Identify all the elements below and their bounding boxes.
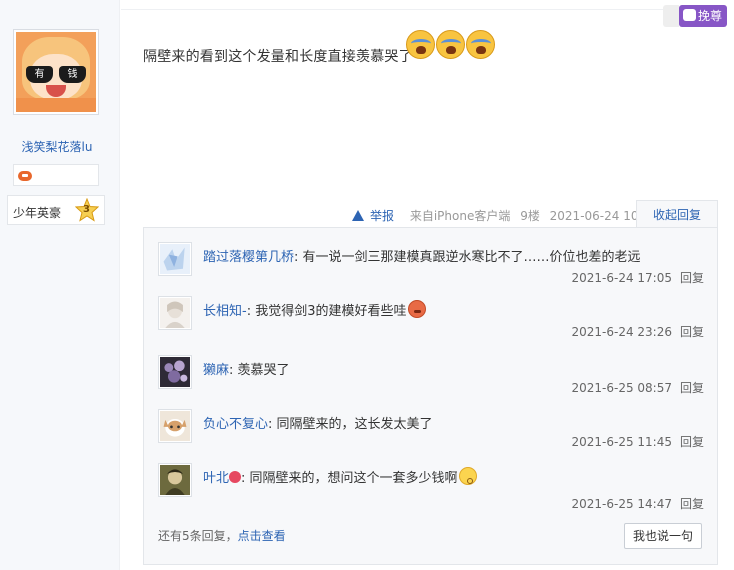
reply-avatar-image (160, 244, 190, 274)
avatar-glasses: 有钱 (26, 60, 86, 83)
reply-username[interactable]: 獭麻 (203, 363, 229, 378)
reply-time: 2021-6-24 23:26 (571, 325, 672, 339)
reply-username[interactable]: 踏过落樱第几桥 (203, 250, 294, 265)
reply-button[interactable]: 回复 (680, 271, 704, 285)
reply-avatar-image (160, 465, 190, 495)
level-title: 少年英豪 (13, 206, 62, 220)
fold-replies-tab[interactable]: 收起回复 (636, 200, 718, 228)
post-tail: 举报 来自iPhone客户端 9楼 2021-06-24 10:47 (352, 207, 664, 224)
author-avatar[interactable]: 有钱 (13, 29, 99, 115)
reply-meta: 2021-6-25 08:57 回复 (571, 379, 704, 396)
reply-meta: 2021-6-25 14:47 回复 (571, 495, 704, 512)
author-badge-box (13, 164, 99, 186)
reply-avatar[interactable] (158, 355, 192, 389)
post-divider (121, 9, 681, 10)
author-level-box[interactable]: 少年英豪 3 (7, 195, 105, 225)
list-item: 踏过落樱第几桥: 有一说一剑三那建模真跟逆水寒比不了……价位也差的老远 2021… (158, 242, 708, 285)
view-more-link[interactable]: 点击查看 (238, 529, 286, 543)
reply-content: 同隔壁来的，想问这个一套多少钱啊 (249, 471, 458, 486)
reply-button[interactable]: 回复 (680, 435, 704, 449)
report-label: 举报 (370, 209, 395, 223)
reply-separator: : (294, 250, 303, 265)
client-source: 来自iPhone客户端 (409, 209, 511, 223)
reply-avatar[interactable] (158, 242, 192, 276)
level-number: 3 (83, 204, 90, 215)
tag-label: 挽尊 (698, 9, 723, 23)
reply-content: 羡慕哭了 (237, 363, 290, 378)
avatar-collar (16, 98, 96, 112)
reply-text: 长相知-: 我觉得剑3的建模好看些哇 (203, 300, 426, 319)
list-item: 獭麻: 羡慕哭了 2021-6-25 08:57 回复 (158, 355, 708, 395)
crying-emoji-icon (465, 30, 495, 59)
reply-button[interactable]: 回复 (680, 497, 704, 511)
reply-text: 叶北: 同隔壁来的，想问这个一套多少钱啊 (203, 467, 477, 486)
report-link[interactable]: 举报 (352, 209, 400, 223)
reply-username[interactable]: 长相知- (203, 304, 247, 319)
reply-username[interactable]: 叶北 (203, 471, 242, 486)
crying-emoji-icon (406, 30, 435, 59)
post-tag[interactable]: 挽尊 (679, 5, 727, 27)
reply-content: 有一说一剑三那建模真跟逆水寒比不了……价位也差的老远 (302, 250, 641, 265)
avatar-glasses-right: 钱 (59, 66, 86, 83)
list-item: 叶北: 同隔壁来的，想问这个一套多少钱啊 2021-6-25 14:47 回复 (158, 463, 708, 511)
reply-time: 2021-6-25 08:57 (571, 381, 672, 395)
warning-icon (352, 210, 364, 221)
say-something-button[interactable]: 我也说一句 (624, 523, 702, 549)
reply-separator: : (241, 471, 250, 486)
reply-separator: : (246, 304, 256, 319)
list-item: 负心不复心: 同隔壁来的，这长发太美了 2021-6-25 11:45 回复 (158, 409, 708, 449)
reply-meta: 2021-6-25 11:45 回复 (571, 433, 704, 450)
reply-meta: 2021-6-24 23:26 回复 (571, 323, 704, 340)
reply-avatar-image (160, 411, 190, 441)
reply-avatar-image (160, 298, 190, 328)
post-content: 隔壁来的看到这个发量和长度直接羡慕哭了 (143, 49, 413, 65)
tag-fold (663, 5, 679, 27)
reply-username[interactable]: 负心不复心 (203, 417, 268, 432)
reply-avatar[interactable] (158, 296, 192, 330)
reply-box: 踏过落樱第几桥: 有一说一剑三那建模真跟逆水寒比不了……价位也差的老远 2021… (143, 227, 718, 565)
reply-time: 2021-6-25 14:47 (571, 497, 672, 511)
post-emojis (406, 30, 495, 60)
more-replies-text: 还有5条回复， (158, 529, 238, 543)
reply-button[interactable]: 回复 (680, 381, 704, 395)
reply-text: 獭麻: 羡慕哭了 (203, 359, 290, 378)
avatar-glasses-left: 有 (26, 66, 53, 83)
reply-time: 2021-6-25 11:45 (571, 435, 672, 449)
angry-emoji-icon (407, 300, 426, 318)
reply-time: 2021-6-24 17:05 (571, 271, 672, 285)
reply-avatar-image (160, 357, 190, 387)
reply-meta: 2021-6-24 17:05 回复 (571, 269, 704, 286)
hand-icon (683, 9, 696, 21)
avatar-image: 有钱 (16, 32, 96, 112)
puzzled-emoji-icon (458, 467, 477, 485)
reply-text: 负心不复心: 同隔壁来的，这长发太美了 (203, 413, 433, 432)
list-item: 长相知-: 我觉得剑3的建模好看些哇 2021-6-24 23:26 回复 (158, 296, 708, 339)
author-sidebar: 有钱 浅笑梨花落lu 少年英豪 3 (0, 0, 120, 570)
gamepad-icon[interactable] (18, 171, 32, 181)
reply-avatar[interactable] (158, 463, 192, 497)
reply-content: 我觉得剑3的建模好看些哇 (255, 304, 407, 319)
flower-icon (229, 471, 242, 483)
author-username[interactable]: 浅笑梨花落lu (0, 138, 114, 155)
floor-number: 9楼 (520, 209, 540, 223)
more-replies: 还有5条回复，点击查看 (158, 527, 286, 544)
crying-emoji-icon (435, 30, 465, 59)
reply-separator: : (268, 417, 277, 432)
reply-content: 同隔壁来的，这长发太美了 (276, 417, 433, 432)
reply-avatar[interactable] (158, 409, 192, 443)
reply-text: 踏过落樱第几桥: 有一说一剑三那建模真跟逆水寒比不了……价位也差的老远 (203, 246, 641, 265)
reply-button[interactable]: 回复 (680, 325, 704, 339)
reply-username-text: 叶北 (203, 471, 230, 486)
reply-separator: : (229, 363, 238, 378)
